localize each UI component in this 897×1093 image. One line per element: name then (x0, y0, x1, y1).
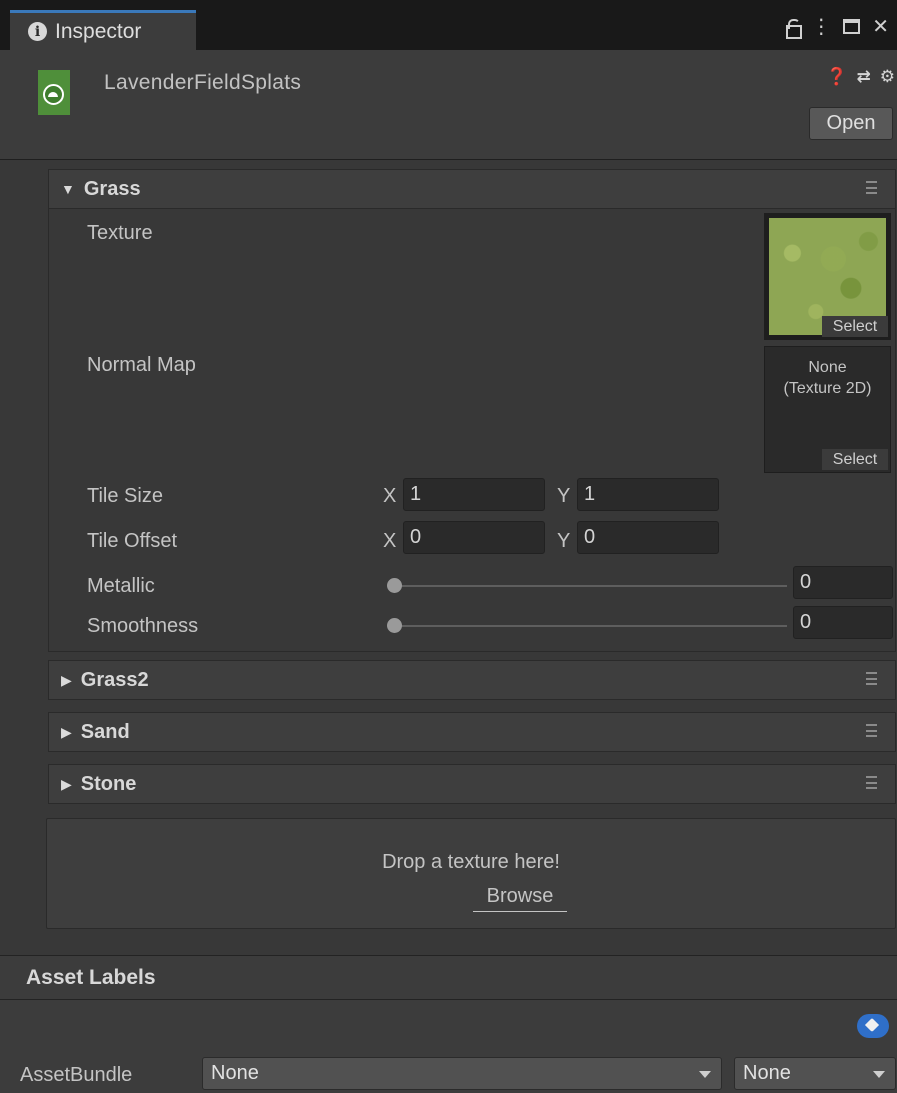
layer-body-grass: Texture Select Normal Map None (Texture … (48, 209, 896, 652)
terrain-glyph-icon (43, 84, 64, 105)
asset-bundle-label: AssetBundle (20, 1064, 133, 1086)
menu-icon[interactable] (866, 672, 877, 685)
metallic-label: Metallic (87, 575, 155, 597)
tile-offset-label: Tile Offset (87, 530, 178, 552)
tile-size-x-label: X (383, 485, 397, 507)
smoothness-slider-thumb[interactable] (387, 618, 402, 633)
collapsed-arrow-icon[interactable]: ▶ (61, 724, 72, 741)
asset-name: LavenderFieldSplats (104, 71, 302, 94)
browse-link[interactable]: Browse (473, 885, 567, 912)
tile-size-y-field[interactable]: 1 (577, 478, 719, 511)
header-icons: ❓ ⇄ ⚙ (826, 67, 895, 87)
layer-name: Sand (80, 720, 130, 743)
tile-size-y-label: Y (557, 485, 571, 507)
lock-icon[interactable] (785, 18, 803, 39)
asset-labels-title: Asset Labels (0, 956, 897, 1000)
tab-bar: i Inspector ⋮ ✕ (0, 0, 897, 50)
layer-header-grass[interactable]: ▼ Grass (48, 169, 896, 209)
texture-drop-zone[interactable]: Drop a texture here! Browse (46, 818, 896, 929)
tab-label: Inspector (55, 19, 142, 43)
asset-variant-dropdown[interactable]: None (734, 1057, 896, 1090)
smoothness-slider[interactable] (387, 618, 787, 633)
menu-icon[interactable] (866, 776, 877, 789)
collapsed-arrow-icon[interactable]: ▶ (61, 776, 72, 793)
asset-variant-value: None (743, 1062, 791, 1084)
tile-offset-x-label: X (383, 530, 397, 552)
normal-map-select-button[interactable]: Select (822, 449, 888, 470)
normal-map-slot[interactable]: None (Texture 2D) Select (764, 346, 891, 473)
info-icon: i (28, 22, 47, 41)
tile-offset-y-field[interactable]: 0 (577, 521, 719, 554)
tile-offset-y-label: Y (557, 530, 571, 552)
help-icon[interactable]: ❓ (826, 67, 847, 87)
texture-slot[interactable]: Select (764, 213, 891, 340)
texture-label: Texture (87, 222, 153, 244)
collapsed-arrow-icon[interactable]: ▶ (61, 672, 72, 689)
metallic-field[interactable]: 0 (793, 566, 893, 599)
menu-icon[interactable] (866, 181, 877, 194)
asset-bundle-dropdown[interactable]: None (202, 1057, 722, 1090)
asset-bundle-value: None (211, 1062, 259, 1084)
tile-offset-x-field[interactable]: 0 (403, 521, 545, 554)
texture-select-button[interactable]: Select (822, 316, 888, 337)
layer-name: Stone (80, 772, 137, 795)
caret-down-icon (699, 1071, 711, 1078)
smoothness-label: Smoothness (87, 615, 199, 637)
metallic-slider-thumb[interactable] (387, 578, 402, 593)
window-controls: ⋮ ✕ (785, 14, 889, 39)
menu-icon[interactable] (866, 724, 877, 737)
tile-size-x-field[interactable]: 1 (403, 478, 545, 511)
tab-inspector[interactable]: i Inspector (10, 10, 196, 50)
caret-down-icon (873, 1071, 885, 1078)
layer-name: Grass (83, 177, 141, 200)
normal-map-value: None (Texture 2D) (783, 359, 872, 397)
layer-header-grass2[interactable]: ▶ Grass2 (48, 660, 896, 700)
kebab-icon[interactable]: ⋮ (811, 14, 831, 39)
terrain-layer-icon (38, 70, 70, 115)
settings-icon[interactable]: ⚙ (880, 67, 895, 87)
presets-icon[interactable]: ⇄ (857, 67, 871, 87)
open-button[interactable]: Open (809, 107, 893, 140)
layer-header-sand[interactable]: ▶ Sand (48, 712, 896, 752)
drop-zone-text: Drop a texture here! (382, 851, 560, 873)
tag-icon[interactable] (857, 1014, 889, 1038)
asset-labels-section: Asset Labels AssetBundle None None (0, 955, 897, 1093)
normal-map-label: Normal Map (87, 354, 196, 376)
layer-header-stone[interactable]: ▶ Stone (48, 764, 896, 804)
expanded-arrow-icon[interactable]: ▼ (61, 181, 75, 197)
inspector-header: LavenderFieldSplats ❓ ⇄ ⚙ Open (0, 50, 897, 160)
maximize-icon[interactable] (843, 19, 861, 34)
tile-size-label: Tile Size (87, 485, 163, 507)
metallic-slider[interactable] (387, 578, 787, 593)
close-icon[interactable]: ✕ (872, 14, 889, 39)
layer-name: Grass2 (80, 668, 149, 691)
smoothness-field[interactable]: 0 (793, 606, 893, 639)
